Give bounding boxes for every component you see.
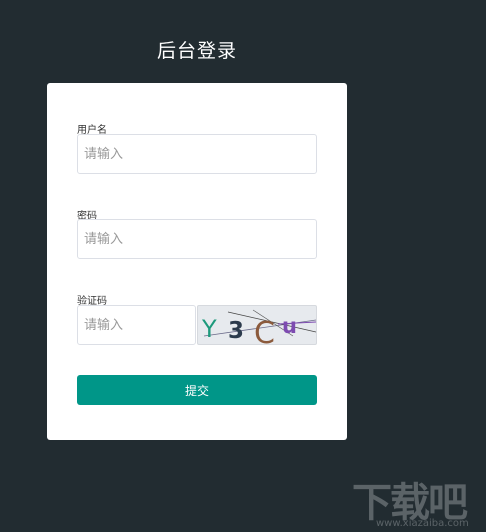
login-card: 用户名 密码 验证码 Y 3 C u 提交 xyxy=(47,83,347,440)
watermark-logo: 下载吧 www.xiazaiba.com xyxy=(352,470,482,530)
username-input[interactable] xyxy=(77,134,317,174)
captcha-char: Y xyxy=(201,315,217,343)
captcha-char: 3 xyxy=(228,318,244,344)
watermark-url: www.xiazaiba.com xyxy=(376,518,469,529)
captcha-char: u xyxy=(282,314,297,338)
captcha-image[interactable]: Y 3 C u xyxy=(197,305,317,345)
captcha-char: C xyxy=(254,316,275,345)
password-input[interactable] xyxy=(77,219,317,259)
page-title: 后台登录 xyxy=(156,40,237,62)
captcha-input[interactable] xyxy=(77,305,196,345)
login-page: 后台登录 用户名 密码 验证码 Y 3 C u 提交 下载吧 www.xiaza… xyxy=(0,0,486,532)
captcha-graphic: Y 3 C u xyxy=(201,309,316,345)
submit-button[interactable]: 提交 xyxy=(77,375,317,405)
